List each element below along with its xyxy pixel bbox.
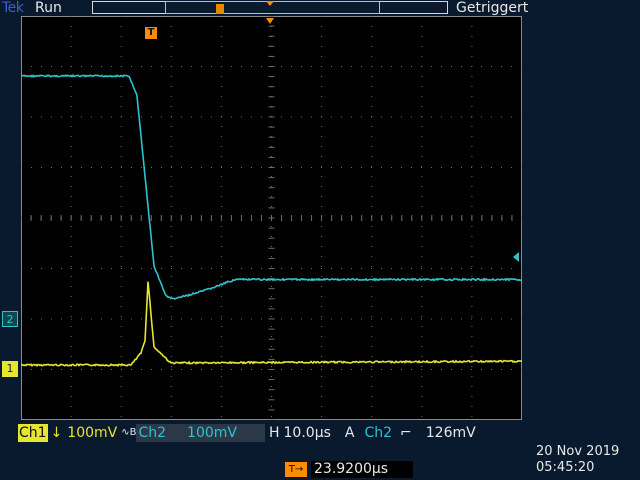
trigger-point-arrow-icon <box>266 18 274 24</box>
ch2-scale[interactable]: 100mV <box>169 424 265 442</box>
ch1-scale[interactable]: 100mV <box>62 424 117 442</box>
acquisition-state: Run <box>35 0 62 16</box>
bandwidth-limit-icon: ∿B <box>121 427 137 438</box>
date-text: 20 Nov 2019 <box>536 444 620 459</box>
time-text: 05:45:20 <box>536 460 595 475</box>
trigger-position-readout: T→ 23.9200µs <box>285 461 413 478</box>
trigger-slope-icon[interactable]: ⌐ <box>392 424 412 442</box>
ch2-badge[interactable]: Ch2 <box>136 424 170 442</box>
trigger-offset-value[interactable]: 23.9200µs <box>311 461 413 478</box>
trigger-offset-icon: T→ <box>285 462 307 477</box>
trigger-mode: A <box>344 425 355 441</box>
ch2-ground-marker[interactable]: 2 <box>2 311 18 327</box>
ch1-ground-marker[interactable]: 1 <box>2 361 18 377</box>
datetime: 20 Nov 2019 05:45:20 <box>536 444 619 476</box>
brand-logo: Tek <box>2 0 24 16</box>
measurement-readout: Ch1 ↓ 100mV ∿B Ch2 100mV H 10.0µs A Ch2 ⌐ 126mV <box>18 424 476 442</box>
trigger-status: Getriggert <box>456 0 529 16</box>
horizontal-label: H <box>268 425 280 441</box>
horizontal-scale[interactable]: 10.0µs <box>280 424 331 442</box>
trigger-source[interactable]: Ch2 <box>354 424 392 442</box>
trigger-level-arrow-icon <box>513 252 519 262</box>
ch1-coupling-icon: ↓ <box>50 425 63 441</box>
waveform-display <box>21 16 522 420</box>
timebar-position-arrow-icon <box>266 1 274 6</box>
timebar-trigger-icon <box>216 4 224 14</box>
ch1-badge[interactable]: Ch1 <box>18 424 48 442</box>
trigger-position-marker: T <box>145 27 157 39</box>
trigger-level[interactable]: 126mV <box>412 424 476 442</box>
